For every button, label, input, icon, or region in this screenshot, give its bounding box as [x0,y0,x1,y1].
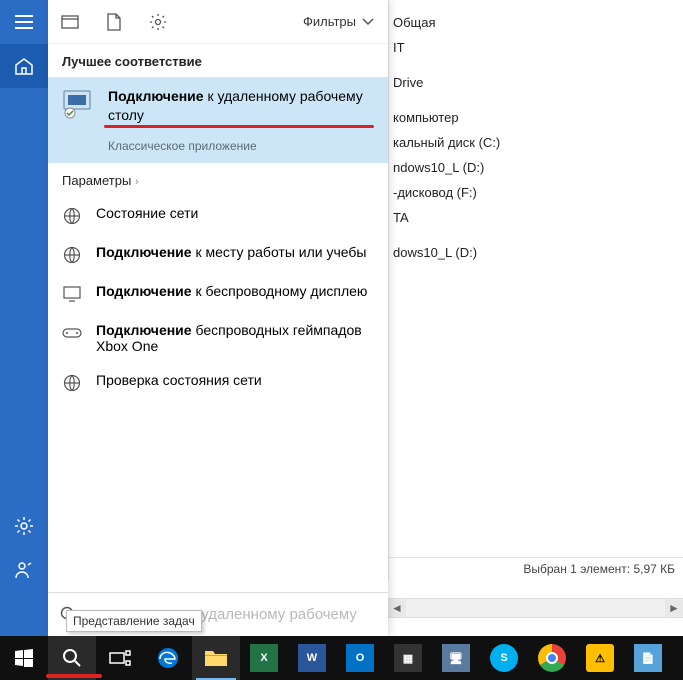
edge-icon [156,646,180,670]
globe-icon [62,206,82,226]
taskview-icon [109,650,131,666]
display-icon [62,284,82,304]
scroll-left-icon[interactable]: ◄ [388,599,406,617]
excel-button[interactable]: X [240,636,288,680]
scroll-right-icon[interactable]: ► [665,599,683,617]
search-panel: Фильтры Лучшее соответствие Подключение … [48,0,388,636]
calculator-button[interactable]: ▦ [384,636,432,680]
globe-icon [62,373,82,393]
feedback-button[interactable] [0,548,48,592]
search-suggestion-text: к удаленному рабочему [190,606,356,623]
result-wireless-display[interactable]: Подключение к беспроводному дисплею [48,274,388,313]
gamepad-icon [62,323,82,343]
result-network-status[interactable]: Состояние сети [48,196,388,235]
warning-icon: ⚠ [586,644,614,672]
explorer-item[interactable]: TA [389,205,683,230]
skype-button[interactable]: S [480,636,528,680]
explorer-button[interactable] [192,636,240,680]
explorer-item[interactable]: dows10_L (D:) [389,240,683,265]
annotation-underline [104,125,374,128]
explorer-item[interactable]: ndows10_L (D:) [389,155,683,180]
apps-filter-button[interactable] [48,0,92,44]
result-work-school[interactable]: Подключение к месту работы или учебы [48,235,388,274]
window-icon [61,15,79,29]
explorer-item[interactable]: Drive [389,70,683,95]
calculator-icon: ▦ [394,644,422,672]
settings-results: Состояние сети Подключение к месту работ… [48,192,388,406]
filters-dropdown[interactable]: Фильтры [289,0,388,44]
explorer-item[interactable]: Общая [389,10,683,35]
monitor-icon: 🖥 [442,644,470,672]
file-explorer-window: Общая IT Drive компьютер кальный диск (C… [388,0,683,580]
word-icon: W [298,644,326,672]
result-network-check[interactable]: Проверка состояния сети [48,363,388,402]
parameters-link[interactable]: Параметры › [48,163,388,192]
agent-button[interactable]: 🖥 [432,636,480,680]
excel-icon: X [250,644,278,672]
hamburger-icon [15,15,33,29]
best-match-header: Лучшее соответствие [48,44,388,77]
explorer-item [389,60,683,70]
explorer-status-bar: Выбран 1 элемент: 5,97 КБ [389,557,683,580]
rdp-icon [62,89,96,119]
home-button[interactable] [0,44,48,88]
explorer-item[interactable]: кальный диск (C:) [389,130,683,155]
word-button[interactable]: W [288,636,336,680]
task-view-button[interactable] [96,636,144,680]
menu-button[interactable] [0,0,48,44]
globe-icon [62,245,82,265]
person-icon [15,561,33,579]
result-xbox-gamepad[interactable]: Подключение беспроводных геймпадов Xbox … [48,313,388,363]
warning-button[interactable]: ⚠ [576,636,624,680]
taskbar: X W O ▦ 🖥 S ⚠ 📄 [0,636,683,680]
best-match-title: Подключение к удаленному рабочему столу [108,87,374,125]
chrome-button[interactable] [528,636,576,680]
windows-icon [15,649,33,667]
filters-label: Фильтры [303,14,356,29]
taskview-tooltip: Представление задач [66,610,202,632]
documents-filter-button[interactable] [92,0,136,44]
search-icon [62,648,82,668]
explorer-item[interactable]: IT [389,35,683,60]
skype-icon: S [490,644,518,672]
explorer-item[interactable]: компьютер [389,105,683,130]
best-match-result[interactable]: Подключение к удаленному рабочему столу … [48,77,388,163]
horizontal-scrollbar[interactable]: ◄ ► [388,598,683,618]
explorer-tree: Общая IT Drive компьютер кальный диск (C… [389,0,683,265]
cortana-rail [0,0,48,636]
gear-icon [149,13,167,31]
chrome-icon [538,644,566,672]
folder-icon [204,648,228,668]
best-match-subtitle: Классическое приложение [108,139,374,153]
settings-button[interactable] [0,504,48,548]
home-icon [14,56,34,76]
chevron-right-icon: › [135,176,139,188]
gear-icon [14,516,34,536]
document-icon [107,13,121,31]
chevron-down-icon [362,18,374,26]
start-button[interactable] [0,636,48,680]
outlook-icon: O [346,644,374,672]
explorer-item[interactable]: -дисковод (F:) [389,180,683,205]
panel-toolbar: Фильтры [48,0,388,44]
explorer-item [389,230,683,240]
outlook-button[interactable]: O [336,636,384,680]
notepad-icon: 📄 [634,644,662,672]
annotation-underline [46,674,102,678]
edge-button[interactable] [144,636,192,680]
settings-filter-button[interactable] [136,0,180,44]
explorer-item [389,95,683,105]
notepad-button[interactable]: 📄 [624,636,672,680]
